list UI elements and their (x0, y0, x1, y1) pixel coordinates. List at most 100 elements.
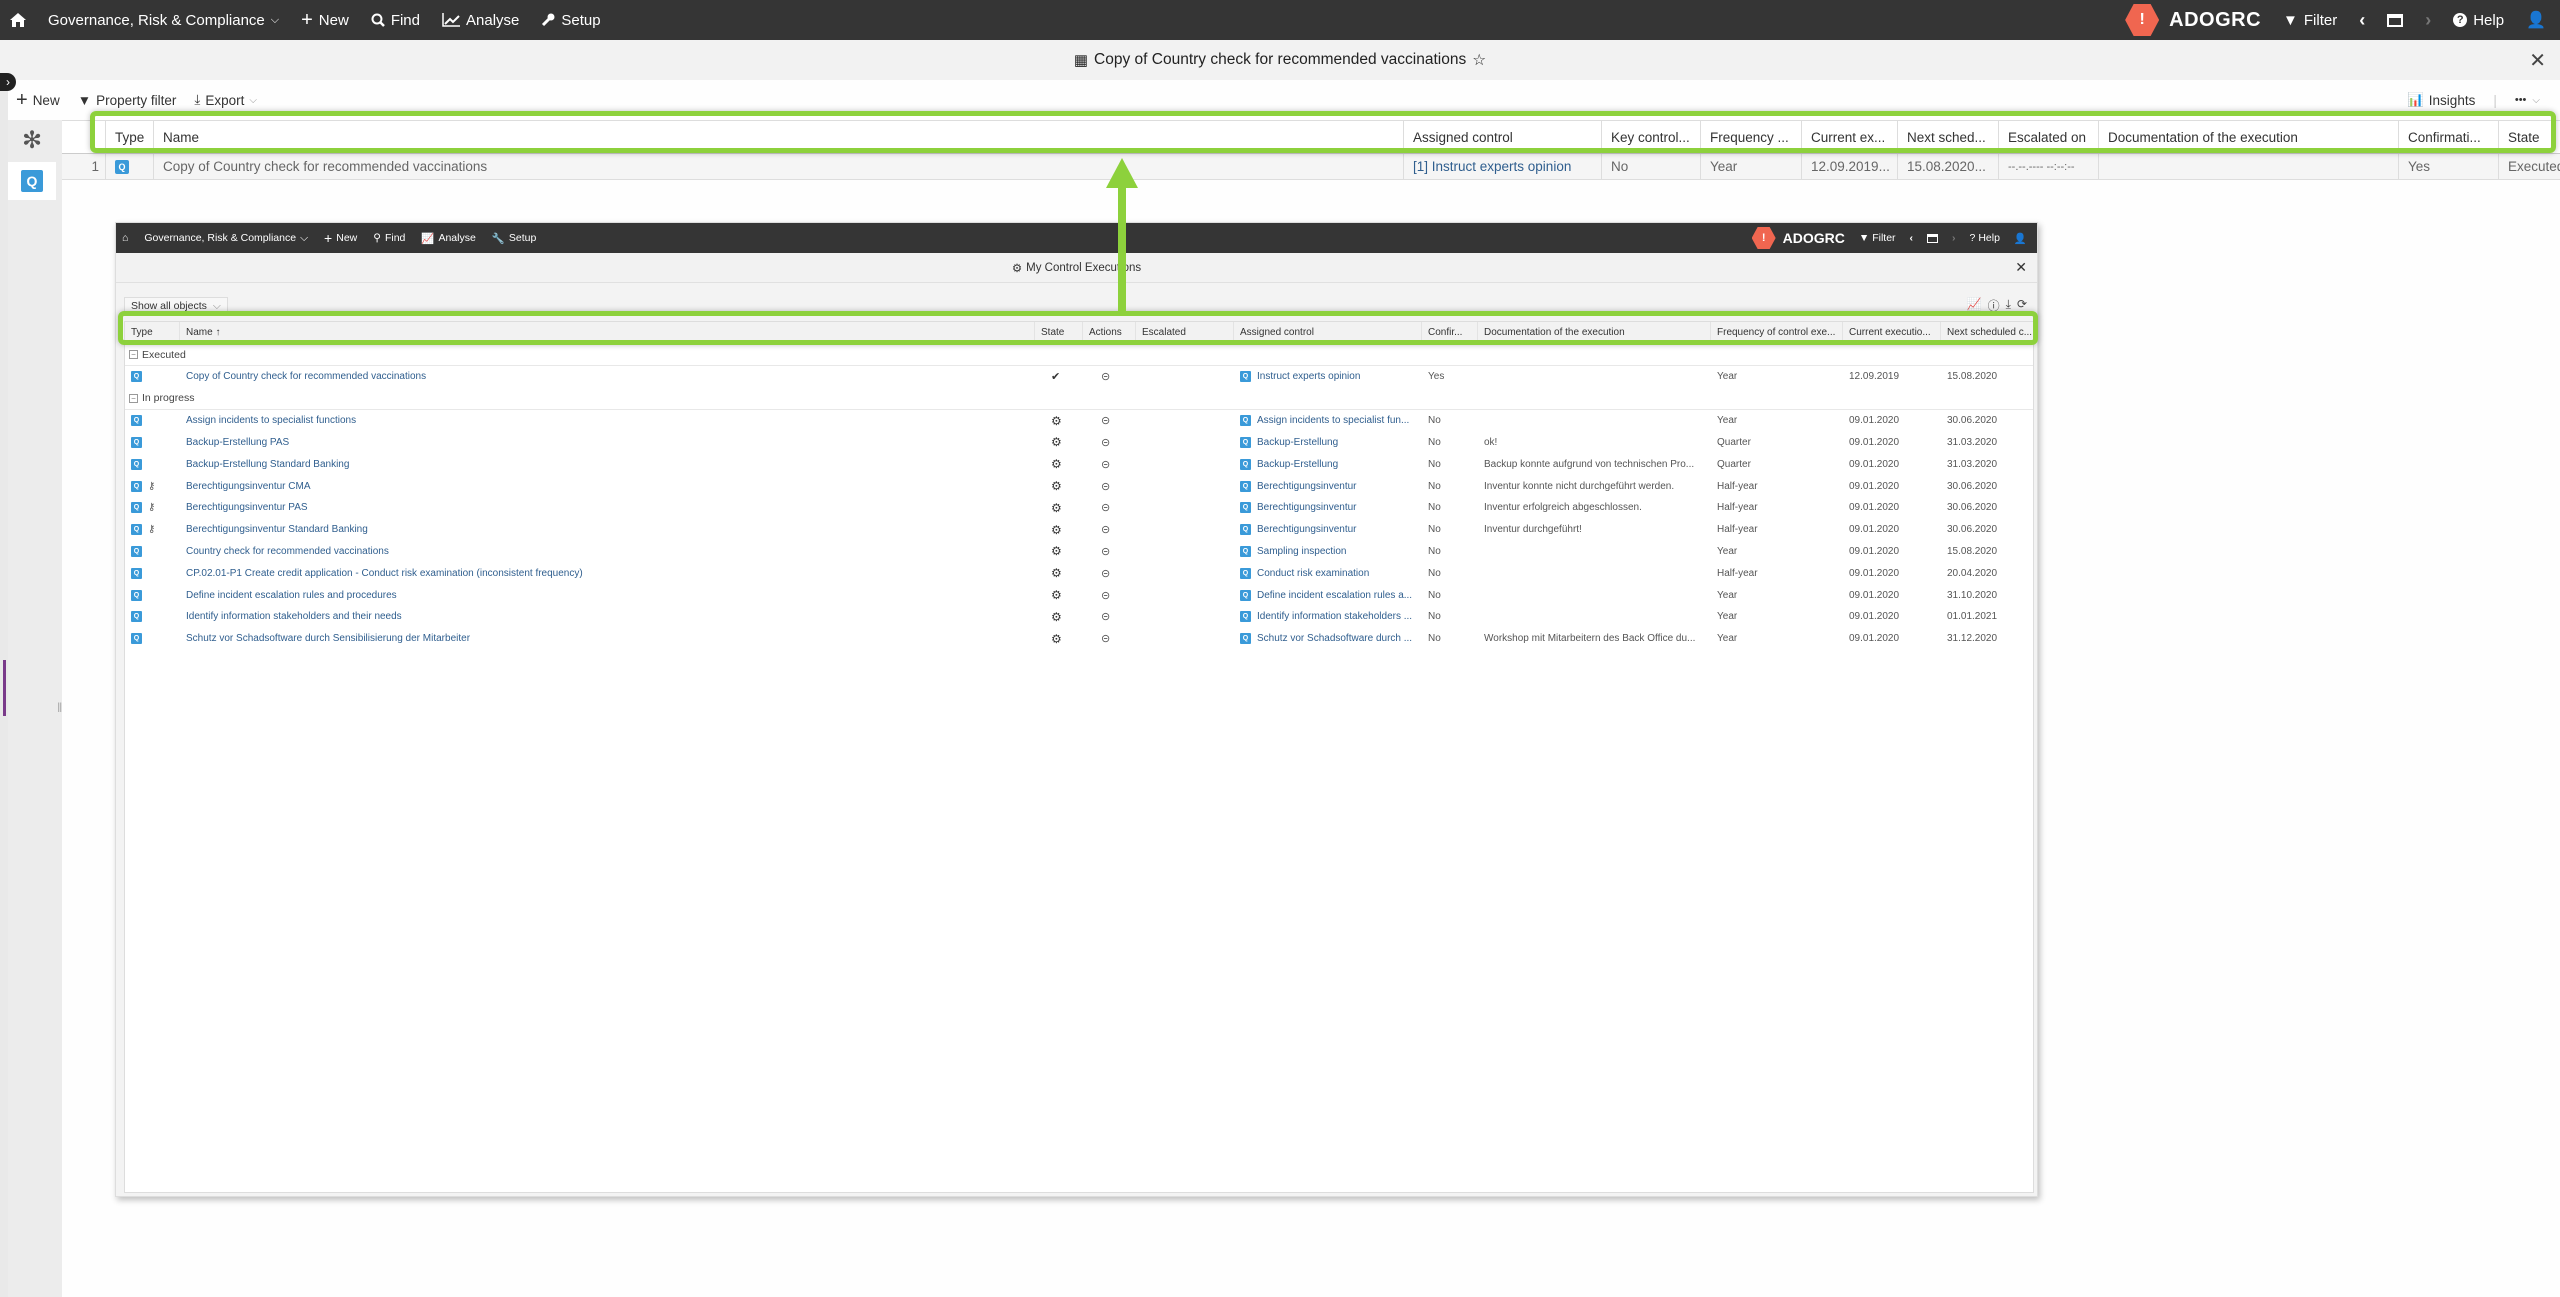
current-execution-value: 09.01.2020 (1849, 611, 1900, 623)
next-scheduled-value: 15.08.2020 (1947, 371, 1998, 383)
row-next-scheduled: 15.08.2020... (1898, 154, 1999, 179)
side-type-button[interactable]: Q (8, 162, 56, 200)
row-current-execution: 12.09.2019... (1802, 154, 1898, 179)
insights-button[interactable]: 📊 Insights (2407, 92, 2475, 108)
frequency-cell: Half-year (1711, 562, 1843, 584)
current-execution-value: 09.01.2020 (1849, 480, 1900, 492)
control-type-icon: Q (1240, 611, 1251, 623)
inner-grid-rows: − Executed Q Copy of Country check for reco… (125, 344, 2033, 650)
documentation-cell (1478, 606, 1711, 628)
list-item: Q Identify information stakeholders and t… (125, 606, 2033, 628)
page-title-bar: ▦ Copy of Country check for recommended … (0, 40, 2560, 80)
forward-button[interactable]: › (2425, 10, 2431, 31)
help-button[interactable]: ? Help (2453, 12, 2504, 29)
frequency-cell: Year (1711, 541, 1843, 563)
window-icon[interactable] (2387, 13, 2404, 27)
next-scheduled-value: 15.08.2020 (1947, 545, 1998, 557)
new-menu-button[interactable]: + New (301, 10, 349, 30)
list-item: Q ⚷ Berechtigungsinventur PAS ⚙ ⊝ Q Berechtigu… (125, 497, 2033, 519)
state-cell: ⚙ (1035, 497, 1083, 519)
row-name[interactable]: Copy of Country check for recommended va… (154, 154, 1404, 179)
confirmation-cell: No (1422, 497, 1478, 519)
confirmation-value: No (1428, 502, 1441, 514)
back-button[interactable]: ‹ (2359, 10, 2365, 31)
chevron-down-icon: ⌵ (249, 94, 257, 106)
next-scheduled-value: 31.12.2020 (1947, 633, 1998, 645)
row-assigned-control-link[interactable]: [1] Instruct experts opinion (1404, 154, 1602, 179)
find-menu-button[interactable]: Find (371, 12, 420, 29)
actions-cell: ⊝ (1083, 475, 1136, 497)
new-button[interactable]: + New (16, 90, 60, 110)
frequency-cell: Quarter (1711, 453, 1843, 475)
resize-handle[interactable]: ‖ (57, 700, 62, 715)
assigned-control-link: Berechtigungsinventur (1257, 480, 1357, 492)
current-execution-value: 09.01.2020 (1849, 524, 1900, 536)
frequency-cell: Year (1711, 366, 1843, 388)
current-execution-cell: 09.01.2020 (1843, 628, 1941, 650)
assigned-cell: Q Backup-Erstellung (1234, 453, 1422, 475)
current-execution-cell: 09.01.2020 (1843, 410, 1941, 432)
list-item: Q Copy of Country check for recommended v… (125, 366, 2033, 388)
state-cell: ⚙ (1035, 519, 1083, 541)
more-options-button[interactable]: ••• ⌵ (2515, 94, 2540, 106)
frequency-cell: Year (1711, 584, 1843, 606)
next-scheduled-cell: 31.03.2020 (1941, 453, 2033, 475)
current-execution-cell: 09.01.2020 (1843, 606, 1941, 628)
gear-icon: ⚙ (1051, 588, 1062, 603)
escalated-cell (1136, 584, 1234, 606)
group-header: − Executed (125, 344, 2033, 366)
inner-filter: ▼ Filter (1858, 232, 1896, 244)
table-row[interactable]: 1 Q Copy of Country check for recommende… (62, 154, 2560, 180)
current-execution-value: 09.01.2020 (1849, 436, 1900, 448)
analyse-menu-button[interactable]: Analyse (442, 12, 519, 29)
expand-sidebar-button[interactable]: › (0, 73, 16, 91)
new-label: New (318, 11, 349, 29)
documentation-cell (1478, 584, 1711, 606)
next-scheduled-value: 01.01.2021 (1947, 611, 1998, 623)
documentation-cell (1478, 541, 1711, 563)
gear-icon: ⚙ (1051, 500, 1062, 515)
table-icon: ▦ (1073, 52, 1089, 69)
key-icon: ⚷ (148, 502, 156, 514)
list-item: Q Define incident escalation rules and pr… (125, 584, 2033, 606)
escalated-cell (1136, 432, 1234, 454)
app-menu-dropdown[interactable]: Governance, Risk & Compliance ⌵ (48, 12, 279, 29)
highlight-arrow-head (1106, 158, 1138, 188)
arrow-circle-icon: ⊝ (1101, 458, 1111, 471)
frequency-cell: Year (1711, 628, 1843, 650)
gear-icon: ⚙ (1051, 457, 1062, 472)
arrow-circle-icon: ⊝ (1101, 633, 1111, 646)
confirmation-value: No (1428, 611, 1441, 623)
type-cell: Q ⚷ (125, 519, 180, 541)
close-button[interactable]: ✕ (2529, 48, 2546, 73)
asterisk-icon[interactable]: ✻ (8, 126, 56, 156)
row-frequency: Year (1701, 154, 1802, 179)
favorite-star-icon[interactable]: ☆ (1472, 51, 1486, 70)
insights-label: Insights (2428, 92, 2476, 108)
inner-logo: ! ADOGRC (1751, 227, 1845, 249)
name-cell: Berechtigungsinventur CMA (180, 475, 1035, 497)
assigned-control-link: Schutz vor Schadsoftware durch ... (1257, 633, 1413, 645)
home-button[interactable] (10, 13, 26, 27)
next-scheduled-cell: 30.06.2020 (1941, 475, 2033, 497)
execution-name-link: Identify information stakeholders and th… (186, 611, 402, 623)
escalated-cell (1136, 606, 1234, 628)
next-scheduled-value: 31.10.2020 (1947, 589, 1998, 601)
property-filter-button[interactable]: ▼ Property filter (78, 93, 177, 108)
setup-menu-button[interactable]: Setup (541, 12, 601, 29)
filter-button[interactable]: ▼ Filter (2283, 12, 2337, 29)
user-icon: 👤 (2013, 232, 2027, 245)
frequency-cell: Year (1711, 410, 1843, 432)
plus-icon: + (16, 89, 28, 111)
gear-icon: ⚙ (1051, 544, 1062, 559)
control-execution-type-icon: Q (131, 458, 142, 470)
user-icon[interactable]: 👤 (2526, 10, 2546, 30)
export-dropdown[interactable]: ⤓ Export ⌵ (194, 92, 257, 108)
control-execution-type-icon: Q (131, 502, 142, 514)
list-item: Q Backup-Erstellung Standard Banking ⚙ ⊝ Q Ba… (125, 453, 2033, 475)
frequency-value: Year (1717, 545, 1738, 557)
frequency-value: Year (1717, 371, 1738, 383)
next-scheduled-cell: 31.12.2020 (1941, 628, 2033, 650)
name-cell: Assign incidents to specialist functions (180, 410, 1035, 432)
confirmation-cell: No (1422, 541, 1478, 563)
